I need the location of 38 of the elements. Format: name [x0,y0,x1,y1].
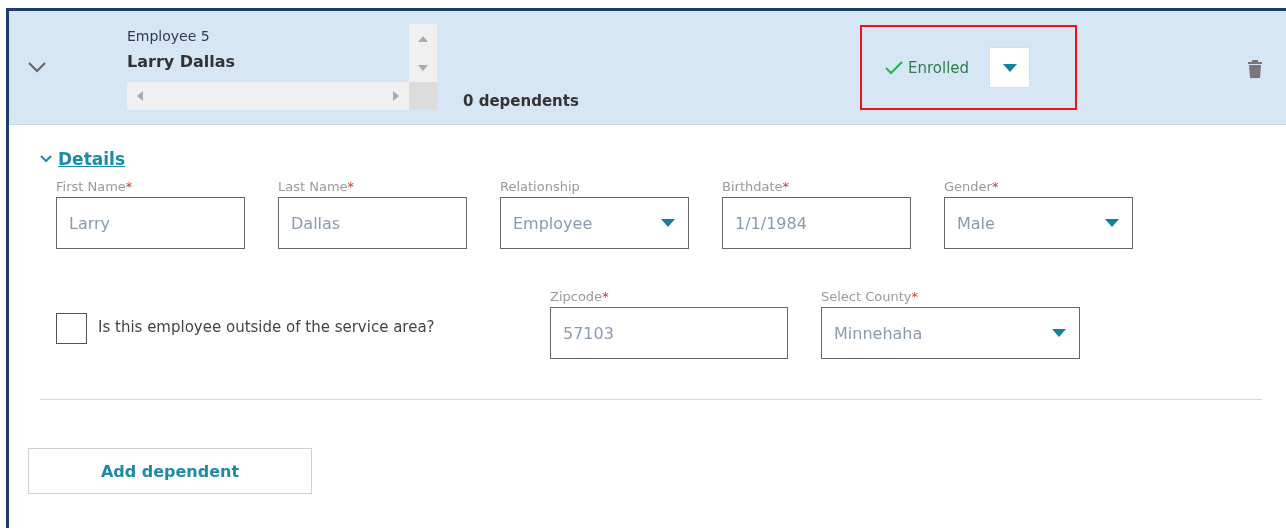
vertical-scrollbar[interactable] [409,24,437,82]
field-label: Gender* [944,179,1000,196]
field-label: Zipcode* [550,289,610,306]
field-label: Relationship [500,179,581,196]
select-field[interactable]: Minnehaha [821,307,1080,359]
input-field[interactable]: 57103 [550,307,788,359]
field-label: Select County* [821,289,920,306]
dependents-count: 0 dependents [463,92,579,110]
trash-icon[interactable] [1247,60,1263,78]
input-field[interactable]: Larry [56,197,245,249]
field-label: First Name* [56,179,134,196]
up-arrow-icon[interactable] [418,35,428,42]
left-arrow-icon[interactable] [137,91,143,101]
status-dropdown[interactable] [989,47,1031,88]
input-field[interactable]: 1/1/1984 [722,197,911,249]
details-link[interactable]: Details [58,149,125,169]
checkbox-label: Is this employee outside of the service area? [98,318,436,336]
right-arrow-icon[interactable] [393,91,399,101]
down-arrow-icon[interactable] [418,64,428,71]
field-label: Last Name* [278,179,356,196]
check-icon [884,59,904,76]
caret-icon [1001,62,1018,73]
caret-icon [1051,328,1067,338]
input-field[interactable]: Dallas [278,197,467,249]
status-label: Enrolled [884,58,970,77]
add-dependent-button[interactable]: Add dependent [28,448,312,494]
checkbox[interactable] [56,313,87,344]
select-field[interactable]: Male [944,197,1133,249]
horizontal-scrollbar[interactable] [127,82,409,110]
scrollbar-corner [409,82,437,110]
select-field[interactable]: Employee [500,197,689,249]
field-label: Birthdate* [722,179,791,196]
caret-icon [1104,218,1120,228]
chevron-icon[interactable] [40,155,52,163]
employee-caption: Employee 5 [127,28,211,44]
caret-icon [660,218,676,228]
employee-name: Larry Dallas [127,52,237,71]
chevron-icon[interactable] [27,61,47,73]
